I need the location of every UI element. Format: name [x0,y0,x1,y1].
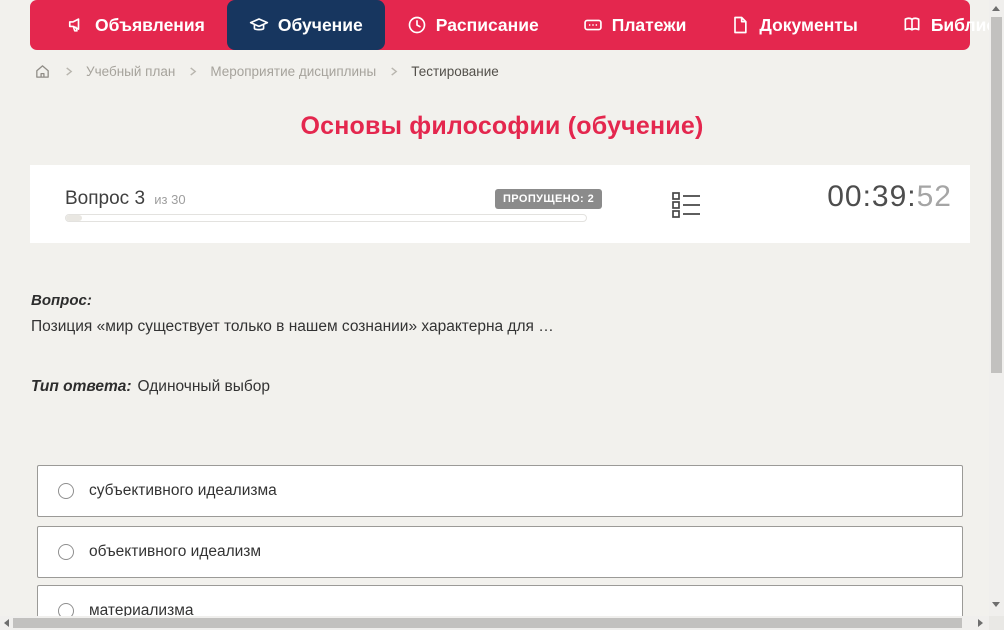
answer-option[interactable]: объективного идеализм [37,526,963,578]
graduation-cap-icon [249,15,269,35]
megaphone-icon [66,15,86,35]
question-counter: Вопрос 3 из 30 [65,188,186,210]
radio-button[interactable] [58,544,74,560]
question-text: Позиция «мир существует только в нашем с… [31,318,554,335]
answer-type-label: Тип ответа: [31,378,132,395]
home-icon[interactable] [34,63,51,80]
breadcrumb-curriculum[interactable]: Учебный план [86,64,175,79]
answer-option-label: субъективного идеализма [89,482,277,499]
progress-bar-fill [66,215,82,221]
answer-type-value: Одиночный выбор [137,378,271,395]
countdown-timer: 00:39:52 [827,180,952,214]
page-title: Основы философии (обучение) [300,112,704,140]
scroll-right-arrow-icon[interactable] [978,619,983,627]
test-page: Объявления Обучение Расписание Платежи Д… [0,0,1004,630]
question-list-icon[interactable] [672,191,702,219]
scrollbar-corner [989,616,1004,630]
breadcrumb: Учебный план Мероприятие дисциплины Тест… [34,63,499,80]
document-icon [730,15,750,35]
skipped-badge: ПРОПУЩЕНО: 2 [495,189,603,209]
chevron-right-icon [64,67,73,76]
radio-button[interactable] [58,483,74,499]
nav-item-label: Расписание [435,14,539,35]
chevron-right-icon [389,67,398,76]
horizontal-scrollbar[interactable] [0,616,989,630]
nav-item-library[interactable]: Библиотека [880,0,1004,50]
question-total: из 30 [154,192,186,207]
nav-item-education[interactable]: Обучение [226,0,385,50]
main-navbar: Объявления Обучение Расписание Платежи Д… [30,0,1004,50]
scroll-left-arrow-icon[interactable] [4,619,9,627]
nav-item-label: Платежи [611,14,687,35]
answer-option[interactable]: субъективного идеализма [37,465,963,517]
nav-item-label: Объявления [95,14,205,35]
timer-seconds: 52 [916,180,952,213]
answer-option-label: объективного идеализм [89,543,262,560]
answer-type-row: Тип ответа: Одиночный выбор [31,378,270,396]
vertical-scrollbar-thumb[interactable] [991,17,1002,373]
open-book-icon [902,15,922,35]
nav-item-documents[interactable]: Документы [708,0,879,50]
chevron-right-icon [188,67,197,76]
scroll-down-arrow-icon[interactable] [992,602,1000,607]
nav-item-schedule[interactable]: Расписание [385,0,561,50]
progress-bar [65,214,587,222]
question-header-card: Вопрос 3 из 30 ПРОПУЩЕНО: 2 00:39:52 [30,165,970,243]
vertical-scrollbar[interactable] [989,0,1004,616]
breadcrumb-discipline-event[interactable]: Мероприятие дисциплины [210,64,376,79]
nav-item-announcements[interactable]: Объявления [44,0,227,50]
scroll-up-arrow-icon[interactable] [992,6,1000,11]
nav-item-label: Обучение [277,14,363,35]
breadcrumb-testing: Тестирование [411,64,499,79]
banknote-icon [583,15,603,35]
horizontal-scrollbar-thumb[interactable] [13,618,962,628]
clock-icon [407,15,427,35]
question-label: Вопрос: [31,292,92,309]
timer-hours-minutes: 00:39: [827,180,917,213]
question-number: Вопрос 3 [65,188,146,209]
nav-item-label: Документы [759,14,858,35]
nav-item-payments[interactable]: Платежи [561,0,709,50]
